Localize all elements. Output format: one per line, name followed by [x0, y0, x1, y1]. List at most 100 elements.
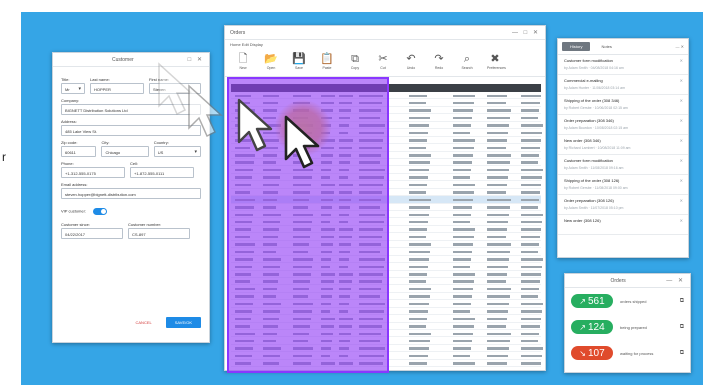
summary-label: being prepared — [620, 324, 647, 330]
save-icon: 💾 — [292, 53, 306, 65]
customer-number-label: Customer number: — [128, 222, 162, 227]
orders-window-title: Orders — [230, 29, 246, 36]
close-icon[interactable]: ✕ — [680, 158, 683, 163]
list-item[interactable]: Commercial e-mailing by Adam Hunter · 11/… — [558, 75, 688, 95]
history-item-title: Commercial e-mailing — [564, 78, 603, 83]
summary-label: orders shipped — [620, 298, 647, 304]
history-item-meta: by Adam Bourdon · 10/08/2018 02:15 am — [564, 126, 629, 130]
summary-label: waiting for process — [620, 350, 654, 356]
ribbon-label: Undo — [406, 66, 416, 70]
ribbon-label: Cut — [380, 66, 386, 70]
list-item[interactable]: Order preparation (308 346) by Adam Bourd… — [558, 115, 688, 135]
last-name-field[interactable]: HOPPER — [90, 83, 144, 94]
city-field[interactable]: Chicago — [101, 146, 149, 157]
redo-button[interactable]: ↷ Redo — [431, 53, 447, 70]
history-item-meta: by Richard Lambert · 10/08/2018 11:09 am — [564, 146, 631, 150]
tab-history[interactable]: History — [562, 42, 591, 51]
window-controls[interactable]: — ✕ — [666, 277, 685, 284]
open-external-icon[interactable]: ⧉ — [680, 298, 684, 305]
tools-icon: ✖ — [490, 53, 500, 65]
ribbon-label: New — [239, 66, 247, 70]
list-item[interactable]: New order (308 346) by Richard Lambert · … — [558, 135, 688, 155]
vip-label: VIP customer: — [61, 208, 87, 214]
open-external-icon[interactable]: ⧉ — [680, 324, 684, 331]
open-icon: 📂 — [264, 53, 278, 65]
history-item-title: Customer form modification — [564, 158, 613, 163]
city-label: City: — [101, 140, 110, 145]
count-value: 107 — [588, 347, 605, 359]
save-button[interactable]: 💾 Save — [291, 53, 307, 70]
history-item-meta: by Adam Smith · 04/08/2018 04:16 am — [564, 66, 624, 70]
list-item[interactable]: Order preparation (308 126) by Adam Smith… — [558, 195, 688, 215]
new-button[interactable]: 🗋 New — [235, 53, 251, 70]
customer-number-field[interactable]: CS-897 — [128, 228, 190, 239]
paste-button[interactable]: 📋 Paste — [319, 53, 335, 70]
list-item[interactable]: Customer form modification by Adam Smith … — [558, 55, 688, 75]
history-window: History Notes — ✕ Customer form modifica… — [557, 38, 689, 258]
window-controls[interactable]: — □ ✕ — [512, 29, 540, 36]
title-select[interactable]: Mr ▾ — [61, 83, 85, 94]
copy-button[interactable]: ⧉ Copy — [347, 53, 363, 70]
history-item-meta: by Robert Gersbe · 11/08/2018 09:00 am — [564, 186, 628, 190]
ribbon-label: Open — [266, 66, 276, 70]
customer-since-field[interactable]: 04/22/2017 — [61, 228, 123, 239]
history-item-title: Customer form modification — [564, 58, 613, 63]
history-item-title: Shipping of the order (308 346) — [564, 98, 620, 103]
close-icon[interactable]: ✕ — [680, 98, 683, 103]
count-value: 124 — [588, 321, 605, 333]
menu-bar[interactable]: Home Edit Display — [225, 40, 545, 47]
customer-since-label: Customer since: — [61, 222, 90, 227]
country-label: Country: — [153, 140, 169, 145]
close-icon[interactable]: ✕ — [680, 138, 683, 143]
list-item[interactable]: Shipping of the order (308 346) by Robert… — [558, 95, 688, 115]
search-button[interactable]: ⌕ Search — [459, 53, 475, 70]
last-name-label: Last name: — [90, 77, 110, 82]
list-item[interactable]: Shipping of the order (308 126) by Robert… — [558, 175, 688, 195]
close-icon[interactable]: ✕ — [680, 218, 683, 223]
cell-label: Cell: — [130, 161, 139, 166]
cut-button[interactable]: ✂ Cut — [375, 53, 391, 70]
email-field[interactable]: steven.hopper@bignett-distribution.com — [61, 188, 201, 199]
ribbon-label: Preferences — [487, 66, 506, 70]
email-label: Email address: — [61, 182, 88, 187]
list-item[interactable]: New order (308 126) ✕ — [558, 215, 688, 235]
count-badge: ↗ 561 — [571, 294, 613, 308]
country-select[interactable]: US ▾ — [153, 146, 201, 157]
history-item-title: Order preparation (308 346) — [564, 118, 614, 123]
history-item-title: Order preparation (308 126) — [564, 198, 614, 203]
ribbon-label: Redo — [434, 66, 444, 70]
open-external-icon[interactable]: ⧉ — [680, 350, 684, 357]
save-button[interactable]: SAVE/OK — [165, 317, 201, 328]
redo-icon: ↷ — [434, 53, 444, 65]
close-icon[interactable]: ✕ — [680, 118, 683, 123]
phone-label: Phone: — [61, 161, 74, 166]
open-button[interactable]: 📂 Open — [263, 53, 279, 70]
chevron-down-icon: ▾ — [194, 149, 197, 155]
close-icon[interactable]: ✕ — [680, 198, 683, 203]
cancel-button[interactable]: CANCEL — [128, 317, 160, 328]
window-controls[interactable]: — ✕ — [676, 44, 684, 49]
preferences-button[interactable]: ✖ Preferences — [487, 53, 506, 70]
tab-notes[interactable]: Notes — [593, 42, 619, 51]
search-icon: ⌕ — [463, 53, 471, 65]
history-item-title: New order (308 126) — [564, 218, 601, 223]
undo-button[interactable]: ↶ Undo — [403, 53, 419, 70]
zip-field[interactable]: 60611 — [61, 146, 97, 157]
close-icon[interactable]: ✕ — [680, 178, 683, 183]
cursor-ghost-icon — [237, 98, 273, 152]
list-item[interactable]: Customer form modification by Adam Smith … — [558, 155, 688, 175]
trend-up-icon: ↗ — [579, 296, 586, 306]
cell-field[interactable]: +1-872-555-0111 — [130, 167, 194, 178]
orders-titlebar: Orders — □ ✕ — [225, 26, 545, 40]
count-value: 561 — [588, 295, 605, 307]
undo-icon: ↶ — [406, 53, 416, 65]
cursor-trail-icon — [158, 62, 223, 138]
summary-rows: ↗ 561 orders shipped ⧉ ↗ 124 being prepared ⧉ ↘ 1… — [565, 288, 690, 366]
phone-field[interactable]: +1-312-555-0175 — [61, 167, 125, 178]
history-item-title: New order (308 346) — [564, 138, 601, 143]
vip-toggle[interactable] — [93, 208, 108, 215]
ribbon-label: Save — [295, 66, 303, 70]
close-icon[interactable]: ✕ — [680, 78, 683, 83]
summary-row: ↗ 561 orders shipped ⧉ — [565, 288, 690, 314]
close-icon[interactable]: ✕ — [680, 58, 683, 63]
